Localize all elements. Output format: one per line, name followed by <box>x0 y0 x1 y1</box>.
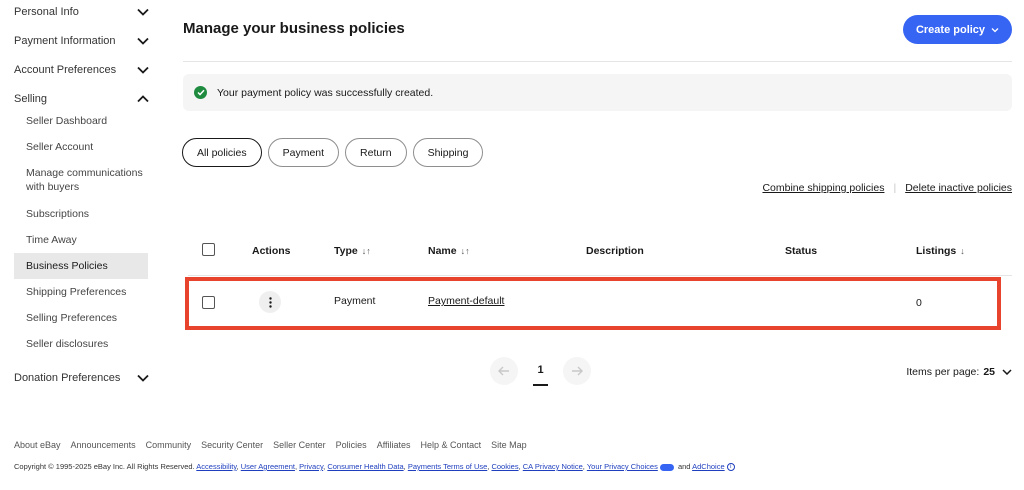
column-label: Type <box>334 245 358 257</box>
sidebar-item-seller-account[interactable]: Seller Account <box>14 140 148 154</box>
sidebar-section-label: Personal Info <box>14 6 79 18</box>
legal-link-ca-privacy-notice[interactable]: CA Privacy Notice <box>523 462 583 471</box>
current-page-indicator <box>533 384 548 386</box>
sidebar-section-label: Donation Preferences <box>14 372 121 384</box>
sidebar-section-label: Account Preferences <box>14 64 117 76</box>
chevron-down-icon <box>1002 369 1012 375</box>
sidebar-item-seller-disclosures[interactable]: Seller disclosures <box>14 337 148 351</box>
footer-link-affiliates[interactable]: Affiliates <box>377 440 411 450</box>
privacy-choices-icon <box>659 463 674 471</box>
previous-page-button[interactable] <box>490 357 518 385</box>
create-policy-label: Create policy <box>915 23 986 36</box>
sort-descending-icon: ↓ <box>960 246 965 256</box>
legal-link-adchoice[interactable]: AdChoice <box>692 462 725 471</box>
column-label: Status <box>785 245 818 257</box>
combine-shipping-policies-link[interactable]: Combine shipping policies <box>762 182 884 194</box>
delete-inactive-policies-link[interactable]: Delete inactive policies <box>905 182 1012 194</box>
row-name-link[interactable]: Payment-default <box>428 295 504 307</box>
footer-link-security-center[interactable]: Security Center <box>201 440 263 450</box>
sidebar-section-account-preferences[interactable]: Account Preferences <box>14 59 150 81</box>
copyright-text: Copyright © 1995-2025 eBay Inc. All Righ… <box>14 462 195 471</box>
column-label: Name <box>428 245 457 257</box>
column-header-name[interactable]: Name ↓↑ <box>428 245 470 257</box>
sidebar-section-donation-preferences[interactable]: Donation Preferences <box>14 367 150 389</box>
chevron-up-icon <box>136 92 150 106</box>
sidebar-section-personal-info[interactable]: Personal Info <box>14 1 150 23</box>
items-per-page-value: 25 <box>983 366 995 378</box>
filter-all-policies[interactable]: All policies <box>182 138 262 167</box>
chevron-down-icon <box>136 371 150 385</box>
legal-link-privacy[interactable]: Privacy <box>299 462 323 471</box>
sidebar-item-manage-communications[interactable]: Manage communications with buyers <box>14 166 148 194</box>
column-header-type[interactable]: Type ↓↑ <box>334 245 371 257</box>
row-type-cell: Payment <box>334 295 376 307</box>
column-header-listings[interactable]: Listings ↓ <box>916 245 965 257</box>
next-page-button[interactable] <box>563 357 591 385</box>
legal-link-payments-terms[interactable]: Payments Terms of Use <box>408 462 487 471</box>
arrow-right-icon <box>572 366 583 376</box>
legal-link-cookies[interactable]: Cookies <box>491 462 518 471</box>
current-page-number[interactable]: 1 <box>533 364 548 376</box>
column-header-description: Description <box>586 245 644 257</box>
create-policy-button[interactable]: Create policy <box>903 15 1012 44</box>
footer-link-about[interactable]: About eBay <box>14 440 61 450</box>
filter-return[interactable]: Return <box>345 138 407 167</box>
page-title: Manage your business policies <box>183 20 405 37</box>
chevron-down-icon <box>991 27 999 32</box>
select-all-checkbox[interactable] <box>202 243 215 256</box>
column-header-status: Status <box>785 245 817 257</box>
footer-links: About eBay Announcements Community Secur… <box>14 440 527 450</box>
copyright-line: Copyright © 1995-2025 eBay Inc. All Righ… <box>14 462 735 472</box>
sidebar-section-selling[interactable]: Selling <box>14 88 150 110</box>
sidebar-section-payment-information[interactable]: Payment Information <box>14 30 150 52</box>
info-icon: i <box>726 463 735 472</box>
items-per-page-label: Items per page: <box>906 366 980 378</box>
arrow-left-icon <box>498 366 509 376</box>
column-label: Actions <box>252 245 291 257</box>
sort-icon: ↓↑ <box>361 246 371 256</box>
column-label: Listings <box>916 245 957 257</box>
success-alert: Your payment policy was successfully cre… <box>183 74 1012 111</box>
chevron-down-icon <box>136 34 150 48</box>
sidebar-item-business-policies[interactable]: Business Policies <box>14 253 148 279</box>
check-circle-icon <box>194 86 207 99</box>
legal-link-accessibility[interactable]: Accessibility <box>196 462 236 471</box>
table-row-highlight <box>185 277 1001 330</box>
row-actions-menu-button[interactable] <box>259 291 281 313</box>
chevron-down-icon <box>136 5 150 19</box>
sidebar-item-selling-preferences[interactable]: Selling Preferences <box>14 311 148 325</box>
sidebar-section-label: Payment Information <box>14 35 116 47</box>
column-label: Description <box>586 245 644 257</box>
footer-link-site-map[interactable]: Site Map <box>491 440 527 450</box>
sort-icon: ↓↑ <box>460 246 470 256</box>
sidebar-section-label: Selling <box>14 93 48 105</box>
divider <box>183 61 1012 62</box>
sidebar-item-subscriptions[interactable]: Subscriptions <box>14 207 148 221</box>
footer-link-announcements[interactable]: Announcements <box>71 440 136 450</box>
sidebar-item-seller-dashboard[interactable]: Seller Dashboard <box>14 114 148 128</box>
column-header-actions: Actions <box>252 245 291 257</box>
sidebar-item-time-away[interactable]: Time Away <box>14 233 148 247</box>
footer-link-community[interactable]: Community <box>146 440 192 450</box>
footer-link-policies[interactable]: Policies <box>336 440 367 450</box>
filter-payment[interactable]: Payment <box>267 138 340 167</box>
footer-link-seller-center[interactable]: Seller Center <box>273 440 326 450</box>
link-separator: | <box>893 182 897 194</box>
and-text: and <box>677 462 691 471</box>
sidebar-item-shipping-preferences[interactable]: Shipping Preferences <box>14 285 148 299</box>
items-per-page-selector[interactable]: Items per page: 25 <box>906 366 1012 378</box>
footer-link-help-contact[interactable]: Help & Contact <box>421 440 482 450</box>
policy-actions-links: Combine shipping policies | Delete inact… <box>762 182 1012 194</box>
legal-link-consumer-health-data[interactable]: Consumer Health Data <box>327 462 403 471</box>
filter-shipping[interactable]: Shipping <box>412 138 484 167</box>
legal-link-user-agreement[interactable]: User Agreement <box>241 462 295 471</box>
more-vertical-icon <box>268 296 272 308</box>
alert-message: Your payment policy was successfully cre… <box>217 86 434 99</box>
chevron-down-icon <box>136 63 150 77</box>
table-divider <box>188 275 1012 276</box>
row-select-checkbox[interactable] <box>202 296 215 309</box>
legal-link-privacy-choices[interactable]: Your Privacy Choices <box>587 462 658 471</box>
policy-filter-chips: All policies Payment Return Shipping <box>182 138 484 167</box>
row-listings-cell: 0 <box>916 297 922 309</box>
